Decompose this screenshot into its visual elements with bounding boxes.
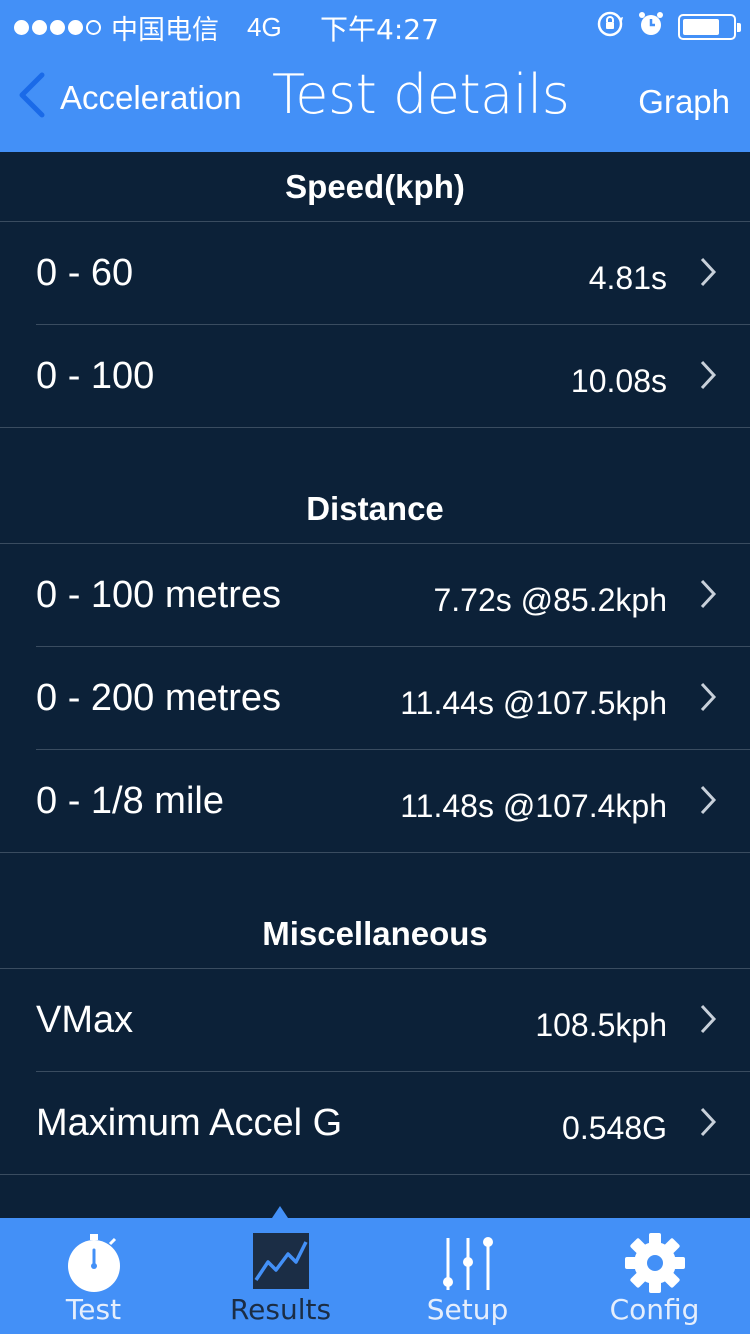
tab-label: Results [229,1293,332,1326]
row-value: 108.5kph [535,1007,667,1043]
signal-strength-icon [14,20,101,35]
row-label: 0 - 200 metres [36,677,281,719]
row-value: 0.548G [562,1110,667,1146]
alarm-icon [638,10,664,43]
chevron-right-icon [698,1106,718,1143]
carrier-name: 中国电信 [111,15,219,46]
row-value: 11.44s @107.5kph [400,685,667,721]
row-label: 0 - 1/8 mile [36,780,224,822]
row-value: 10.08s [570,363,667,399]
graph-button[interactable]: Graph [638,83,730,121]
chevron-right-icon [698,681,718,718]
stopwatch-icon [64,1232,124,1299]
status-right [596,10,741,43]
row-label: VMax [36,999,134,1041]
battery-icon [678,13,741,40]
tab-label: Config [609,1293,700,1326]
section-header-distance: Distance [0,474,750,544]
row-label: 0 - 100 metres [36,574,281,616]
tab-label: Setup [426,1293,509,1326]
section-header-speed: Speed(kph) [0,152,750,222]
row-label: 0 - 60 [36,252,134,294]
list-item[interactable]: Maximum Accel G 0.548G [0,1072,750,1175]
header: 中国电信 4G 下午4:27 Acceleration Test details… [0,0,750,152]
tab-bar: Test Results Setup Config [0,1218,750,1334]
gear-icon [624,1232,686,1299]
chevron-right-icon [698,359,718,396]
network-type: 4G [247,12,282,42]
back-label: Acceleration [60,78,242,116]
row-label: Maximum Accel G [36,1102,343,1144]
tab-setup[interactable]: Setup [374,1218,561,1334]
chevron-right-icon [698,256,718,293]
row-value: 4.81s [588,260,667,296]
list-item[interactable]: 0 - 1/8 mile 11.48s @107.4kph [0,750,750,853]
list-item[interactable]: 0 - 60 4.81s [0,222,750,325]
tab-results[interactable]: Results [187,1218,374,1334]
row-label: 0 - 100 [36,355,155,397]
list-item[interactable]: VMax 108.5kph [0,969,750,1072]
chevron-right-icon [698,578,718,615]
tab-test[interactable]: Test [0,1218,187,1334]
details-list: Speed(kph) 0 - 60 4.81s 0 - 100 10.08s D… [0,152,750,1175]
chart-icon [252,1232,310,1295]
list-item[interactable]: 0 - 100 10.08s [0,325,750,428]
tab-label: Test [65,1293,122,1326]
chevron-right-icon [698,1003,718,1040]
status-bar: 中国电信 4G 下午4:27 [0,0,750,50]
status-time: 下午4:27 [320,13,439,46]
section-header-miscellaneous: Miscellaneous [0,899,750,969]
active-tab-indicator [272,1206,288,1218]
sliders-icon [438,1232,498,1299]
chevron-right-icon [698,784,718,821]
tab-config[interactable]: Config [561,1218,748,1334]
rotation-lock-icon [596,10,624,43]
status-left: 中国电信 4G [14,8,282,47]
back-button[interactable]: Acceleration [16,72,242,123]
list-item[interactable]: 0 - 200 metres 11.44s @107.5kph [0,647,750,750]
chevron-left-icon [16,72,46,123]
row-value: 7.72s @85.2kph [433,582,667,618]
list-item[interactable]: 0 - 100 metres 7.72s @85.2kph [0,544,750,647]
row-value: 11.48s @107.4kph [400,788,667,824]
page-title: Test details [272,63,570,126]
